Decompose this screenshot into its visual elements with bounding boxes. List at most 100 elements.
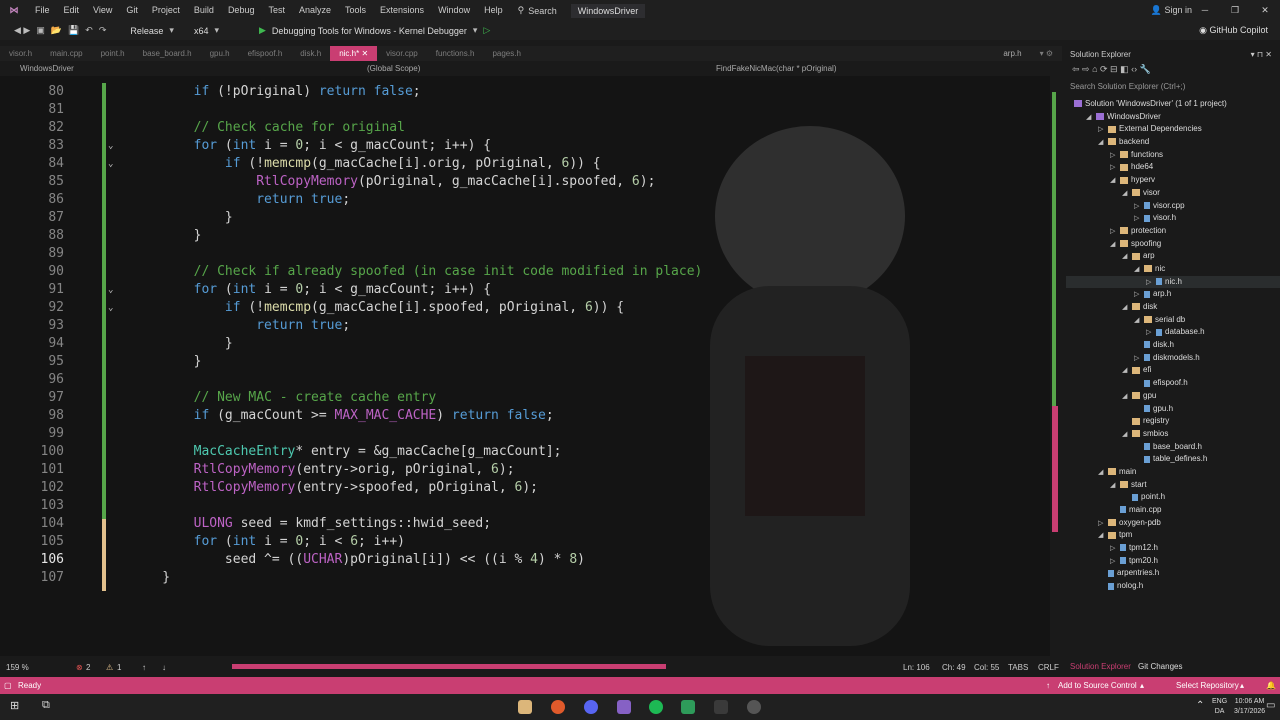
platform-dropdown[interactable]: x64 [194,26,209,36]
maximize-icon[interactable]: ❐ [1220,0,1250,21]
tab-overflow-icon[interactable]: ▾ ⚙ [1031,46,1062,61]
solution-search-input[interactable]: Search Solution Explorer (Ctrl+;) [1070,82,1276,94]
solution-root[interactable]: Solution 'WindowsDriver' (1 of 1 project… [1066,98,1280,111]
tree-item[interactable]: point.h [1066,491,1280,504]
fold-chevron-icon[interactable]: ⌄ [108,137,113,155]
tab-visor-cpp[interactable]: visor.cpp [377,46,427,61]
tree-item[interactable]: ◢ gpu [1066,390,1280,403]
clock[interactable]: 10:06 AM 3/17/2026 [1234,697,1265,717]
panel-controls-icon[interactable]: ▾ ⊓ ✕ [1251,50,1272,59]
task-view-icon[interactable]: ⧉ [42,699,50,712]
tab-git-changes[interactable]: Git Changes [1138,662,1182,671]
project-dropdown[interactable]: WindowsDriver [20,64,74,73]
tree-item[interactable]: base_board.h [1066,441,1280,454]
tree-item[interactable]: ◢ disk [1066,301,1280,314]
discord-icon[interactable] [584,700,598,714]
select-repository-button[interactable]: Select Repository [1176,681,1239,690]
menu-item-analyze[interactable]: Analyze [292,0,338,21]
fold-chevron-icon[interactable]: ⌄ [108,281,113,299]
sign-in-link[interactable]: 👤 Sign in [1151,0,1192,21]
windows-start-icon[interactable]: ⊞ [10,699,19,712]
tab-visor-h[interactable]: visor.h [0,46,41,61]
tab-efispoof-h[interactable]: efispoof.h [239,46,292,61]
menu-item-project[interactable]: Project [145,0,187,21]
language-indicator[interactable]: ENG DA [1212,697,1227,717]
tree-item[interactable]: ◢ start [1066,479,1280,492]
back-forward-icon[interactable]: ◀ ▶ [14,25,30,36]
zoom-level[interactable]: 159 % [6,663,29,672]
configuration-dropdown[interactable]: Release [130,26,163,36]
tab-disk-h[interactable]: disk.h [291,46,330,61]
tab-base-board-h[interactable]: base_board.h [134,46,201,61]
menu-item-test[interactable]: Test [261,0,292,21]
menu-item-file[interactable]: File [28,0,57,21]
spotify-icon[interactable] [649,700,663,714]
run-icon[interactable]: ▶ [259,25,266,36]
minimize-icon[interactable]: ─ [1190,0,1220,21]
menu-item-tools[interactable]: Tools [338,0,373,21]
tree-item[interactable]: ◢ hyperv [1066,174,1280,187]
menu-item-window[interactable]: Window [431,0,477,21]
save-icon[interactable]: 💾 [68,25,79,36]
tree-item[interactable]: ▷ visor.h [1066,212,1280,225]
tree-item[interactable]: ▷ diskmodels.h [1066,352,1280,365]
tree-item[interactable]: ◢ backend [1066,136,1280,149]
tree-item[interactable]: arpentries.h [1066,567,1280,580]
new-item-icon[interactable]: ▣ [36,25,45,36]
tree-item[interactable]: table_defines.h [1066,453,1280,466]
tree-item[interactable]: ◢ tpm [1066,529,1280,542]
debug-target-button[interactable]: Debugging Tools for Windows - Kernel Deb… [272,26,467,36]
tab-arp-h[interactable]: arp.h [994,46,1030,61]
tree-item[interactable]: ◢ arp [1066,250,1280,263]
redo-icon[interactable]: ↷ [99,25,107,36]
menu-item-git[interactable]: Git [119,0,145,21]
tree-item[interactable]: ◢ nic [1066,263,1280,276]
navigate-down-icon[interactable]: ↓ [162,663,166,672]
tree-item[interactable]: ◢ spoofing [1066,238,1280,251]
close-icon[interactable]: ✕ [1250,0,1280,21]
code-editor[interactable]: 80 if (!pOriginal) return false; 81 82 // … [0,76,1050,656]
tree-item[interactable]: ▷ arp.h [1066,288,1280,301]
notifications-icon[interactable]: 🔔 [1266,681,1276,690]
tree-item[interactable]: ▷ External Dependencies [1066,123,1280,136]
tab-functions-h[interactable]: functions.h [427,46,484,61]
excel-icon[interactable] [681,700,695,714]
notification-center-icon[interactable]: ▭ [1266,700,1275,711]
tree-item[interactable]: ▷ tpm12.h [1066,542,1280,555]
visual-studio-logo-icon[interactable]: ⋈ [0,0,28,21]
tree-item[interactable]: ▷ hde64 [1066,161,1280,174]
menu-item-debug[interactable]: Debug [221,0,262,21]
navigate-up-icon[interactable]: ↑ [142,663,146,672]
menu-item-edit[interactable]: Edit [57,0,87,21]
tab-nic-h-[interactable]: nic.h* ✕ [330,46,378,61]
tab-solution-explorer[interactable]: Solution Explorer [1070,662,1131,671]
app-icon[interactable] [747,700,761,714]
indent-mode[interactable]: TABS [1008,663,1028,672]
search-box[interactable]: ⚲ Search [518,5,557,16]
tab-gpu-h[interactable]: gpu.h [201,46,239,61]
tree-item[interactable]: ◢ visor [1066,187,1280,200]
horizontal-scrollbar-thumb[interactable] [232,664,666,669]
terminal-icon[interactable] [714,700,728,714]
tree-item[interactable]: ▷ protection [1066,225,1280,238]
tree-item[interactable]: ◢ WindowsDriver [1066,111,1280,124]
error-icon[interactable]: ⊗ [76,663,83,672]
github-copilot-button[interactable]: ◉ GitHub Copilot [1199,21,1268,40]
start-without-debugging-icon[interactable]: ▷ [483,25,490,36]
tree-item[interactable]: ▷ tpm20.h [1066,555,1280,568]
warning-icon[interactable]: ⚠ [106,663,113,672]
menu-item-help[interactable]: Help [477,0,510,21]
open-icon[interactable]: 📂 [51,25,62,36]
tab-pages-h[interactable]: pages.h [483,46,529,61]
file-explorer-icon[interactable] [518,700,532,714]
tray-chevron-icon[interactable]: ⌃ [1196,700,1204,711]
tree-item[interactable]: disk.h [1066,339,1280,352]
tree-item[interactable]: ◢ smbios [1066,428,1280,441]
tree-item[interactable]: ▷ nic.h [1066,275,1280,289]
tree-item[interactable]: ▷ database.h [1066,326,1280,339]
line-ending[interactable]: CRLF [1038,663,1059,672]
add-to-source-control-button[interactable]: Add to Source Control [1058,681,1137,690]
menu-item-view[interactable]: View [86,0,119,21]
visual-studio-icon[interactable] [617,700,631,714]
menu-item-extensions[interactable]: Extensions [373,0,431,21]
